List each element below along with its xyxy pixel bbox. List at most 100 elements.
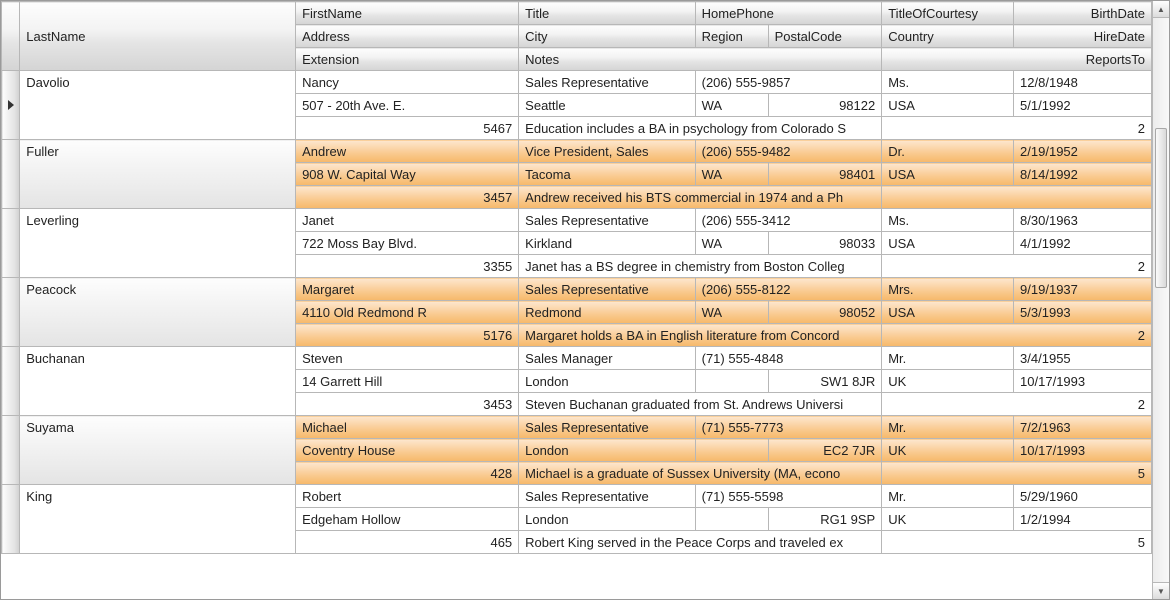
data-grid[interactable]: LastName FirstName Title HomePhone Title… [0,0,1170,600]
cell-homephone[interactable]: (206) 555-9857 [695,71,882,94]
cell-titleofcourtesy[interactable]: Mr. [882,485,1014,508]
cell-city[interactable]: London [519,439,695,462]
cell-region[interactable]: WA [695,301,768,324]
cell-firstname[interactable]: Janet [296,209,519,232]
header-homephone[interactable]: HomePhone [695,2,882,25]
scroll-track[interactable] [1153,18,1169,582]
cell-reportsto[interactable]: 2 [882,393,1152,416]
cell-hiredate[interactable]: 5/1/1992 [1014,94,1152,117]
cell-lastname[interactable]: Davolio [20,71,296,140]
cell-country[interactable]: USA [882,163,1014,186]
cell-titleofcourtesy[interactable]: Dr. [882,140,1014,163]
cell-country[interactable]: USA [882,301,1014,324]
header-birthdate[interactable]: BirthDate [1014,2,1152,25]
cell-birthdate[interactable]: 7/2/1963 [1014,416,1152,439]
cell-firstname[interactable]: Margaret [296,278,519,301]
header-hiredate[interactable]: HireDate [1014,25,1152,48]
cell-lastname[interactable]: King [20,485,296,554]
cell-postalcode[interactable]: RG1 9SP [768,508,882,531]
cell-notes[interactable]: Steven Buchanan graduated from St. Andre… [519,393,882,416]
cell-country[interactable]: USA [882,94,1014,117]
row-selector[interactable] [2,416,20,485]
cell-address[interactable]: 14 Garrett Hill [296,370,519,393]
cell-lastname[interactable]: Suyama [20,416,296,485]
cell-extension[interactable]: 3457 [296,186,519,209]
cell-birthdate[interactable]: 5/29/1960 [1014,485,1152,508]
cell-title[interactable]: Sales Representative [519,278,695,301]
scroll-down-button[interactable]: ▼ [1153,582,1169,599]
cell-birthdate[interactable]: 9/19/1937 [1014,278,1152,301]
cell-region[interactable] [695,508,768,531]
cell-city[interactable]: Seattle [519,94,695,117]
cell-firstname[interactable]: Nancy [296,71,519,94]
cell-titleofcourtesy[interactable]: Mrs. [882,278,1014,301]
table-row[interactable]: FullerAndrewVice President, Sales(206) 5… [2,140,1152,163]
cell-title[interactable]: Sales Representative [519,416,695,439]
cell-reportsto[interactable]: 2 [882,324,1152,347]
cell-address[interactable]: Edgeham Hollow [296,508,519,531]
cell-titleofcourtesy[interactable]: Mr. [882,416,1014,439]
header-postalcode[interactable]: PostalCode [768,25,882,48]
cell-birthdate[interactable]: 2/19/1952 [1014,140,1152,163]
cell-extension[interactable]: 428 [296,462,519,485]
row-selector[interactable] [2,140,20,209]
cell-region[interactable]: WA [695,163,768,186]
cell-homephone[interactable]: (71) 555-4848 [695,347,882,370]
header-reportsto[interactable]: ReportsTo [882,48,1152,71]
cell-homephone[interactable]: (206) 555-3412 [695,209,882,232]
cell-notes[interactable]: Education includes a BA in psychology fr… [519,117,882,140]
row-selector[interactable] [2,209,20,278]
cell-address[interactable]: 722 Moss Bay Blvd. [296,232,519,255]
row-selector[interactable] [2,278,20,347]
table-row[interactable]: BuchananStevenSales Manager(71) 555-4848… [2,347,1152,370]
header-lastname[interactable]: LastName [20,2,296,71]
cell-postalcode[interactable]: SW1 8JR [768,370,882,393]
table-row[interactable]: LeverlingJanetSales Representative(206) … [2,209,1152,232]
cell-reportsto[interactable]: 5 [882,462,1152,485]
cell-notes[interactable]: Andrew received his BTS commercial in 19… [519,186,882,209]
cell-lastname[interactable]: Peacock [20,278,296,347]
cell-titleofcourtesy[interactable]: Ms. [882,209,1014,232]
cell-homephone[interactable]: (71) 555-7773 [695,416,882,439]
row-selector[interactable] [2,71,20,140]
header-region[interactable]: Region [695,25,768,48]
cell-region[interactable] [695,439,768,462]
cell-postalcode[interactable]: 98122 [768,94,882,117]
row-selector[interactable] [2,347,20,416]
table-row[interactable]: SuyamaMichaelSales Representative(71) 55… [2,416,1152,439]
cell-notes[interactable]: Margaret holds a BA in English literatur… [519,324,882,347]
cell-city[interactable]: London [519,508,695,531]
table-row[interactable]: KingRobertSales Representative(71) 555-5… [2,485,1152,508]
cell-postalcode[interactable]: 98052 [768,301,882,324]
cell-region[interactable]: WA [695,94,768,117]
cell-homephone[interactable]: (206) 555-8122 [695,278,882,301]
cell-city[interactable]: Tacoma [519,163,695,186]
cell-address[interactable]: Coventry House [296,439,519,462]
header-firstname[interactable]: FirstName [296,2,519,25]
scroll-up-button[interactable]: ▲ [1153,1,1169,18]
cell-city[interactable]: Kirkland [519,232,695,255]
header-address[interactable]: Address [296,25,519,48]
cell-reportsto[interactable] [882,186,1152,209]
cell-postalcode[interactable]: EC2 7JR [768,439,882,462]
cell-country[interactable]: UK [882,439,1014,462]
header-city[interactable]: City [519,25,695,48]
cell-birthdate[interactable]: 12/8/1948 [1014,71,1152,94]
header-row-selector[interactable] [2,2,20,71]
cell-region[interactable] [695,370,768,393]
cell-country[interactable]: UK [882,370,1014,393]
header-country[interactable]: Country [882,25,1014,48]
cell-title[interactable]: Sales Manager [519,347,695,370]
cell-postalcode[interactable]: 98401 [768,163,882,186]
cell-title[interactable]: Vice President, Sales [519,140,695,163]
cell-country[interactable]: USA [882,232,1014,255]
header-titleofcourtesy[interactable]: TitleOfCourtesy [882,2,1014,25]
cell-lastname[interactable]: Fuller [20,140,296,209]
cell-hiredate[interactable]: 5/3/1993 [1014,301,1152,324]
cell-extension[interactable]: 3355 [296,255,519,278]
scroll-thumb[interactable] [1155,128,1167,288]
cell-birthdate[interactable]: 3/4/1955 [1014,347,1152,370]
cell-notes[interactable]: Robert King served in the Peace Corps an… [519,531,882,554]
cell-titleofcourtesy[interactable]: Mr. [882,347,1014,370]
cell-lastname[interactable]: Leverling [20,209,296,278]
